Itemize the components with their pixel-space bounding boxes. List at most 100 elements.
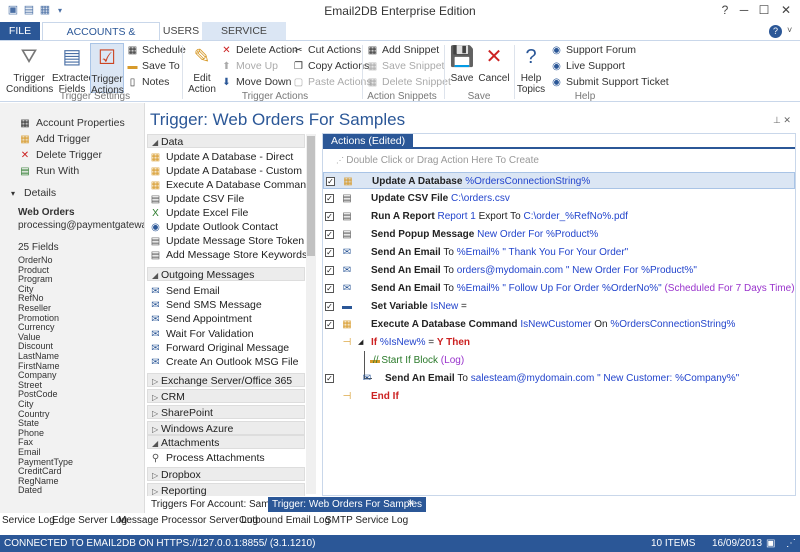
action-row[interactable]: ✓ ✉ Send An Email To orders@mydomain.com "… [323, 262, 795, 279]
field-item[interactable]: State [18, 418, 39, 428]
add-snippet-button[interactable]: ▦ Add Snippet [366, 43, 439, 58]
chevron-down-icon[interactable]: ˅ [787, 25, 792, 35]
category-outgoing[interactable]: ◢ Outgoing Messages [147, 267, 305, 281]
enabled-checkbox[interactable]: ✓ [325, 284, 334, 293]
field-item[interactable]: PaymentType [18, 457, 73, 467]
palette-item[interactable]: ✉ Send SMS Message [149, 299, 261, 312]
action-row[interactable]: ⊣ End If [323, 388, 795, 405]
field-item[interactable]: RegName [18, 476, 59, 486]
category-crm[interactable]: ▷ CRM [147, 389, 305, 403]
field-item[interactable]: City [18, 284, 34, 294]
run-with-link[interactable]: ▤ Run With [18, 165, 79, 177]
delete-snippet-button[interactable]: ▦ Delete Snippet [366, 75, 451, 90]
enabled-checkbox[interactable]: ✓ [325, 230, 334, 239]
palette-item[interactable]: ▤ Update Message Store Token [149, 235, 304, 248]
enabled-checkbox[interactable]: ✓ [325, 320, 334, 329]
pane-controls[interactable]: ⊥ ✕ [773, 115, 791, 126]
action-row[interactable]: ✓ ▦ Execute A Database Command IsNewCustom… [323, 316, 795, 333]
close-button[interactable]: ✕ [775, 2, 797, 18]
field-item[interactable]: Phone [18, 428, 44, 438]
trigger-conditions-button[interactable]: ⛛ Trigger Conditions [6, 43, 53, 95]
palette-item[interactable]: ▦ Update A Database - Custom [149, 165, 302, 178]
palette-item[interactable]: ▦ Execute A Database Command [149, 179, 312, 192]
enabled-checkbox[interactable]: ✓ [325, 266, 334, 275]
save-to-button[interactable]: ▬ Save To [126, 59, 180, 74]
action-row[interactable]: ✓ ▬ Set Variable IsNew = [323, 298, 795, 315]
category-attachments[interactable]: ◢ Attachments [147, 435, 305, 449]
field-item[interactable]: Company [18, 370, 57, 380]
tab-outbound-email-log[interactable]: Outbound Email Log [239, 514, 330, 528]
extracted-fields-button[interactable]: ▤ Extracted Fields [52, 43, 94, 95]
account-properties-link[interactable]: ▦ Account Properties [18, 117, 124, 129]
tab-actions-edited[interactable]: Actions (Edited) [323, 134, 414, 149]
action-row[interactable]: ✓ ✉ Send An Email To %Email% " Thank You F… [323, 244, 795, 261]
field-item[interactable]: Program [18, 274, 53, 284]
field-item[interactable]: CreditCard [18, 466, 62, 476]
category-exchange[interactable]: ▷ Exchange Server/Office 365 [147, 373, 305, 387]
category-reporting[interactable]: ▷ Reporting [147, 483, 305, 496]
collapse-icon[interactable]: ◢ [358, 334, 363, 351]
field-item[interactable]: Product [18, 265, 49, 275]
tab-trigger-web-orders[interactable]: Trigger: Web Orders For Samples [268, 497, 427, 512]
field-item[interactable]: Country [18, 409, 50, 419]
move-up-button[interactable]: ⬆ Move Up [220, 59, 278, 74]
schedule-button[interactable]: ▦ Schedule [126, 43, 186, 58]
close-tab-icon[interactable]: ✕ [407, 498, 415, 509]
field-item[interactable]: Dated [18, 485, 42, 495]
action-row[interactable]: ◢ ⊣ If %IsNew% = Y Then [323, 334, 795, 351]
tab-accounts-triggers[interactable]: ACCOUNTS & TRIGGERS [42, 22, 160, 56]
action-row[interactable]: ✓ ▤ Update CSV File C:\orders.csv [323, 190, 795, 207]
palette-item[interactable]: ✉ Send Appointment [149, 313, 252, 326]
field-item[interactable]: City [18, 399, 34, 409]
field-item[interactable]: Street [18, 380, 42, 390]
details-header[interactable]: ▾ Details [6, 187, 56, 199]
delete-action-button[interactable]: ✕ Delete Action [220, 43, 298, 58]
enabled-checkbox[interactable]: ✓ [326, 177, 335, 186]
maximize-button[interactable]: ☐ [753, 2, 775, 18]
support-forum-button[interactable]: ◉ Support Forum [550, 43, 636, 58]
field-item[interactable]: Discount [18, 341, 53, 351]
palette-item[interactable]: X Update Excel File [149, 207, 248, 220]
submit-ticket-button[interactable]: ◉ Submit Support Ticket [550, 75, 669, 90]
save-snippet-button[interactable]: ▦ Save Snippet [366, 59, 445, 74]
enabled-checkbox[interactable]: ✓ [325, 248, 334, 257]
palette-item[interactable]: ✉ Wait For Validation [149, 328, 253, 341]
action-row[interactable]: ✓ ✉ Send An Email To salesteam@mydomain.co… [323, 369, 795, 387]
field-item[interactable]: Currency [18, 322, 55, 332]
palette-item[interactable]: ✉ Create An Outlook MSG File [149, 356, 298, 369]
drop-hint[interactable]: ⋰ Double Click or Drag Action Here To Cr… [336, 155, 539, 166]
notes-button[interactable]: ▯ Notes [126, 75, 170, 90]
field-item[interactable]: Fax [18, 437, 33, 447]
trigger-actions-button[interactable]: ☑ Trigger Actions [90, 43, 124, 96]
palette-item[interactable]: ⚲ Process Attachments [149, 452, 265, 465]
palette-item[interactable]: ▤ Add Message Store Keywords [149, 249, 307, 262]
enabled-checkbox[interactable]: ✓ [325, 374, 334, 383]
cut-actions-button[interactable]: ✂ Cut Actions [292, 43, 361, 58]
category-data[interactable]: ◢ Data [147, 134, 305, 148]
help-topics-button[interactable]: ? Help Topics [516, 43, 546, 95]
delete-trigger-link[interactable]: ✕ Delete Trigger [18, 149, 102, 161]
field-item[interactable]: Value [18, 332, 40, 342]
save-button[interactable]: 💾 Save [448, 43, 476, 84]
enabled-checkbox[interactable]: ✓ [325, 212, 334, 221]
tab-message-processor-log[interactable]: Message Processor Server Log [118, 514, 258, 528]
add-trigger-link[interactable]: ▦ Add Trigger [18, 133, 90, 145]
tab-smtp-service-log[interactable]: SMTP Service Log [325, 514, 408, 528]
category-sharepoint[interactable]: ▷ SharePoint [147, 405, 305, 419]
tab-service-log[interactable]: Service Log [2, 514, 55, 528]
action-row[interactable]: ✓ ✉ Send An Email To %Email% " Follow Up F… [323, 280, 795, 297]
help-icon[interactable]: ? [769, 25, 782, 38]
category-azure[interactable]: ▷ Windows Azure [147, 421, 305, 435]
action-row[interactable]: ▬// Start If Block (Log) [323, 351, 795, 369]
field-item[interactable]: OrderNo [18, 255, 53, 265]
palette-item[interactable]: ✉ Forward Original Message [149, 342, 289, 355]
category-dropbox[interactable]: ▷ Dropbox [147, 467, 305, 481]
action-row[interactable]: ✓ ▤ Send Popup Message New Order For %Prod… [323, 226, 795, 243]
tab-service-status[interactable]: SERVICE STATUS [202, 22, 286, 55]
tab-edge-server-log[interactable]: Edge Server Log [52, 514, 127, 528]
field-item[interactable]: FirstName [18, 361, 60, 371]
action-row[interactable]: ✓ ▤ Run A Report Report 1 Export To C:\ord… [323, 208, 795, 225]
edit-action-button[interactable]: ✎ Edit Action [186, 43, 218, 95]
cancel-button[interactable]: ✕ Cancel [478, 43, 510, 84]
enabled-checkbox[interactable]: ✓ [325, 302, 334, 311]
